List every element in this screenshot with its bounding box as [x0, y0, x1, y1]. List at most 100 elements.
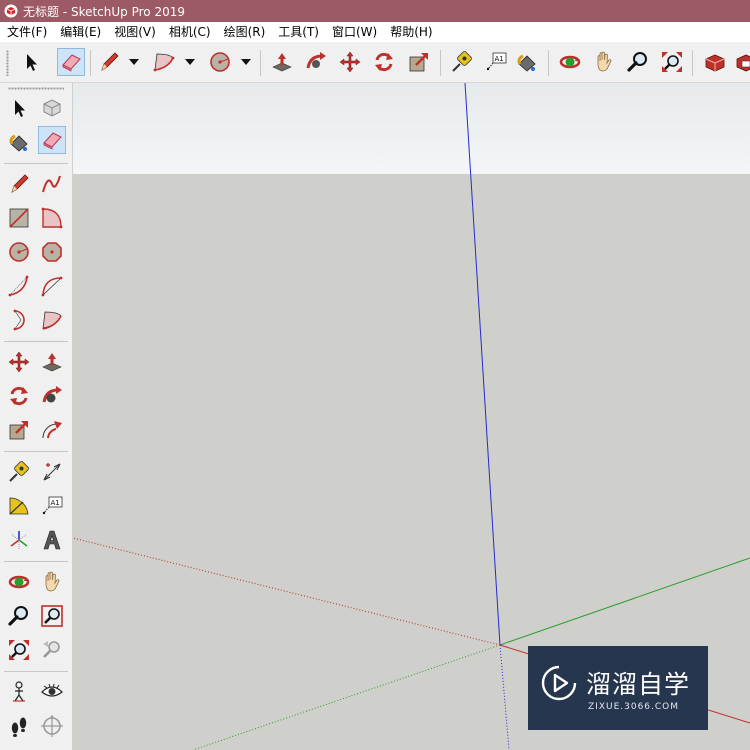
red-axis-negative: [73, 537, 501, 646]
text-label-icon: A1: [486, 52, 507, 71]
pencil-tool-button[interactable]: [95, 48, 123, 76]
dimension-tool-button[interactable]: [38, 458, 66, 486]
menu-edit[interactable]: 编辑(E): [53, 22, 107, 42]
pencil-icon: [101, 52, 119, 71]
zoom-extents-tool-button[interactable]: [5, 636, 33, 664]
make-component-icon: [43, 99, 61, 117]
make-component-button[interactable]: [38, 94, 66, 122]
select-tool-button[interactable]: [5, 94, 33, 122]
arc-tool-button[interactable]: [150, 48, 178, 76]
offset-tool-button[interactable]: [38, 416, 66, 444]
look-around-tool-button[interactable]: [38, 678, 66, 706]
two-point-arc-tool-button[interactable]: [38, 272, 66, 300]
components-tool-button[interactable]: [701, 48, 729, 76]
tape-measure-tool-button[interactable]: [5, 458, 33, 486]
rotate-icon: [10, 386, 28, 406]
toolbar-grip[interactable]: [6, 50, 9, 76]
eraser-tool-button[interactable]: [38, 126, 66, 154]
pencil-icon: [11, 174, 29, 193]
protractor-tool-button[interactable]: [5, 492, 33, 520]
section-plane-tool-button[interactable]: [38, 712, 66, 740]
tape-measure-icon: [9, 461, 29, 482]
text-tool-button[interactable]: A1: [38, 492, 66, 520]
scale-icon: [9, 421, 28, 440]
previous-view-icon: [43, 641, 60, 658]
watermark-logo: 溜溜自学 ZIXUE.3066.COM: [528, 646, 708, 730]
rectangle-tool-button[interactable]: [5, 204, 33, 232]
zoom-tool-button[interactable]: [624, 48, 652, 76]
zoom-extents-tool-button[interactable]: [658, 48, 686, 76]
walk-tool-button[interactable]: [5, 712, 33, 740]
scale-tool-button[interactable]: [5, 416, 33, 444]
circle-tool-button[interactable]: [5, 238, 33, 266]
push-pull-icon: [272, 53, 292, 72]
position-camera-tool-button[interactable]: [5, 678, 33, 706]
toolbar-grip[interactable]: [8, 87, 64, 90]
select-arrow-icon: [15, 100, 25, 117]
toolbar-separator: [4, 163, 68, 164]
scale-tool-button[interactable]: [405, 48, 433, 76]
push-pull-tool-button[interactable]: [38, 348, 66, 376]
3d-text-icon: [43, 530, 61, 550]
tape-measure-tool-button[interactable]: [448, 48, 476, 76]
follow-me-tool-button[interactable]: [302, 48, 330, 76]
pie-tool-button[interactable]: [38, 306, 66, 334]
menu-help[interactable]: 帮助(H): [383, 22, 438, 42]
menu-window[interactable]: 窗口(W): [325, 22, 383, 42]
toolbar-separator: [4, 341, 68, 342]
circle-tool-button[interactable]: [206, 48, 234, 76]
pan-tool-button[interactable]: [590, 48, 618, 76]
warehouse-tool-button[interactable]: [732, 48, 750, 76]
3d-text-tool-button[interactable]: [38, 526, 66, 554]
text-tool-button[interactable]: A1: [482, 48, 510, 76]
rotate-tool-button[interactable]: [370, 48, 398, 76]
arc-tool-button[interactable]: [5, 272, 33, 300]
position-camera-icon: [13, 681, 25, 702]
title-bar: 无标题 - SketchUp Pro 2019: [0, 0, 750, 22]
axes-tool-button[interactable]: [5, 526, 33, 554]
select-tool-button[interactable]: [17, 48, 45, 76]
chevron-down-icon[interactable]: [128, 56, 140, 68]
paint-bucket-tool-button[interactable]: [513, 48, 541, 76]
orbit-tool-button[interactable]: [5, 568, 33, 596]
polygon-tool-button[interactable]: [38, 238, 66, 266]
freehand-tool-button[interactable]: [38, 170, 66, 198]
rotated-rectangle-tool-button[interactable]: [38, 204, 66, 232]
pan-tool-button[interactable]: [38, 568, 66, 596]
component-icon: [705, 54, 725, 72]
text-tool-label: A1: [495, 55, 504, 63]
rotate-icon: [375, 52, 393, 72]
chevron-down-icon[interactable]: [240, 56, 252, 68]
blue-axis: [464, 83, 501, 646]
menu-draw[interactable]: 绘图(R): [217, 22, 272, 42]
three-point-arc-tool-button[interactable]: [5, 306, 33, 334]
menu-file[interactable]: 文件(F): [0, 22, 53, 42]
zoom-window-tool-button[interactable]: [38, 602, 66, 630]
paint-bucket-icon: [9, 134, 28, 152]
eraser-tool-button[interactable]: [57, 48, 85, 76]
toolbar-separator: [692, 50, 693, 76]
move-tool-button[interactable]: [5, 348, 33, 376]
zoom-tool-button[interactable]: [5, 602, 33, 630]
line-tool-button[interactable]: [5, 170, 33, 198]
orbit-tool-button[interactable]: [556, 48, 584, 76]
two-point-arc-icon: [41, 276, 63, 297]
circle-icon: [210, 52, 230, 72]
zoom-magnifier-icon: [8, 606, 28, 626]
blue-axis-negative: [499, 644, 510, 750]
paint-bucket-icon: [517, 54, 536, 72]
move-tool-button[interactable]: [336, 48, 364, 76]
push-pull-tool-button[interactable]: [268, 48, 296, 76]
rotate-tool-button[interactable]: [5, 382, 33, 410]
three-point-arc-icon: [13, 309, 25, 331]
menu-view[interactable]: 视图(V): [107, 22, 162, 42]
chevron-down-icon[interactable]: [184, 56, 196, 68]
paint-bucket-tool-button[interactable]: [5, 128, 33, 156]
menu-tools[interactable]: 工具(T): [271, 22, 325, 42]
window-title: 无标题 - SketchUp Pro 2019: [23, 4, 185, 19]
follow-me-tool-button[interactable]: [38, 382, 66, 410]
toolbar-separator: [260, 50, 261, 76]
menu-camera[interactable]: 相机(C): [162, 22, 217, 42]
eraser-icon: [43, 132, 62, 150]
previous-view-button[interactable]: [38, 636, 66, 664]
